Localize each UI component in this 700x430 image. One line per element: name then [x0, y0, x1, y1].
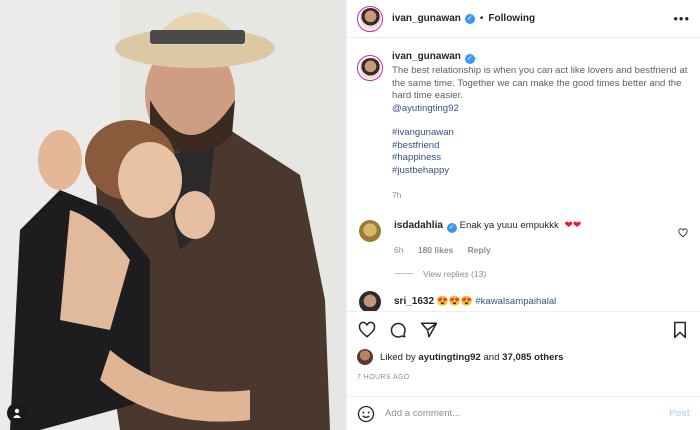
share-icon — [420, 322, 438, 337]
view-replies-button[interactable]: View replies (13) — [395, 269, 690, 279]
comment-like-button[interactable] — [678, 227, 688, 238]
comment-input[interactable] — [385, 408, 662, 419]
likes-others[interactable]: 37,085 others — [502, 352, 563, 363]
view-replies-label: View replies (13) — [423, 268, 487, 279]
photo-illustration — [0, 0, 346, 430]
commenter-avatar[interactable] — [359, 290, 381, 311]
likes-prefix: Liked by — [380, 351, 416, 363]
more-options-button[interactable]: ••• — [673, 11, 690, 26]
smile-icon[interactable] — [357, 405, 375, 423]
caption-author-avatar[interactable] — [357, 55, 383, 81]
comment-button[interactable] — [388, 320, 408, 340]
bookmark-icon — [674, 321, 686, 338]
following-button[interactable]: Following — [488, 13, 535, 24]
commenter-username[interactable]: sri_1632 — [394, 296, 434, 307]
user-tag-button[interactable] — [7, 403, 27, 423]
comments-section[interactable]: ivan_gunawan ✓. The best relationship is … — [347, 39, 700, 311]
share-button[interactable] — [419, 320, 439, 340]
likes-conj: and — [483, 351, 500, 363]
separator-dot: • — [479, 13, 484, 24]
author-username[interactable]: ivan_gunawan — [392, 13, 461, 24]
like-button[interactable] — [357, 320, 377, 340]
action-bar — [347, 311, 700, 347]
post-comment-button[interactable]: Post — [669, 408, 690, 419]
post-timestamp[interactable]: 7 HOURS AGO — [357, 374, 410, 381]
comment-time[interactable]: 6h — [394, 245, 403, 255]
caption-text: The best relationship is when you can ac… — [392, 65, 688, 101]
comment-emoji: 😍😍😍 — [436, 296, 473, 307]
commenter-avatar[interactable] — [359, 219, 381, 242]
add-comment-bar: Post — [347, 396, 700, 430]
reply-button[interactable]: Reply — [468, 245, 491, 255]
post-side-panel: ivan_gunawan ✓ • Following ••• ivan_guna… — [346, 0, 700, 430]
hashtag[interactable]: #ivangunawan — [392, 127, 690, 140]
liker-username[interactable]: ayutingting92 — [418, 352, 480, 363]
hashtag[interactable]: #bestfriend — [392, 140, 690, 153]
comment-hashtag[interactable]: #kawalsampaihalal — [475, 296, 556, 307]
comment-item: isdadahlia ✓ Enak ya yuuu empukkk ❤❤ 6h 1… — [357, 219, 690, 255]
save-button[interactable] — [670, 320, 690, 340]
heart-icon — [358, 321, 376, 338]
comment-item: sri_1632 😍😍😍 #kawalsampaihalal — [357, 290, 690, 311]
caption-mention[interactable]: @ayutingting92 — [392, 103, 690, 116]
comment-emoji: ❤❤ — [564, 219, 582, 231]
post-photo[interactable] — [0, 0, 346, 430]
caption-period: . — [474, 51, 478, 62]
hashtag[interactable]: #justbehappy — [392, 165, 690, 178]
comment-likes[interactable]: 180 likes — [418, 245, 453, 255]
caption-author-username[interactable]: ivan_gunawan — [392, 51, 461, 62]
liker-avatar[interactable] — [357, 349, 373, 365]
verified-icon: ✓ — [464, 13, 475, 24]
comment-text: Enak ya yuuu empukkk — [459, 219, 559, 231]
commenter-username[interactable]: isdadahlia — [394, 220, 443, 231]
caption-time[interactable]: 7h — [392, 189, 690, 202]
caption: ivan_gunawan ✓. The best relationship is … — [357, 51, 690, 202]
likes-summary: Liked by ayutingting92 and 37,085 others — [357, 349, 563, 365]
hashtag[interactable]: #happiness — [392, 152, 690, 165]
comment-icon — [390, 322, 406, 338]
instagram-post: ivan_gunawan ✓ • Following ••• ivan_guna… — [0, 0, 700, 430]
replies-divider — [395, 273, 413, 274]
verified-icon: ✓ — [446, 222, 457, 233]
verified-icon: ✓ — [464, 54, 475, 64]
post-header: ivan_gunawan ✓ • Following ••• — [347, 0, 700, 38]
author-avatar[interactable] — [357, 5, 383, 32]
user-tag-icon — [13, 408, 21, 418]
